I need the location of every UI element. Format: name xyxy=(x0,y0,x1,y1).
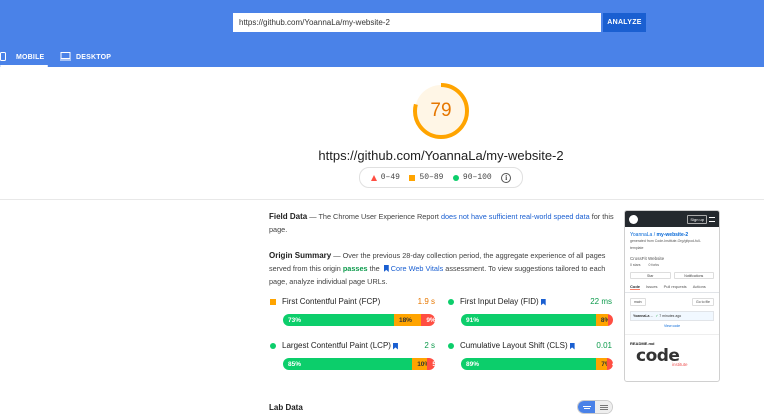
header: ANALYZE MOBILE DESKTOP xyxy=(0,0,764,67)
core-web-vital-bookmark-icon xyxy=(540,298,546,306)
distribution-bar: 89%7%4% xyxy=(461,358,613,370)
distribution-bar: 73% 18% 9% xyxy=(283,314,435,326)
legend-pass: 90–100 xyxy=(452,173,492,182)
origin-summary-title: Origin Summary xyxy=(269,251,332,260)
menu-icon xyxy=(709,216,715,222)
thumb-description: CrossFit Website xyxy=(630,256,665,261)
thumb-buttons: Star Notifications xyxy=(625,269,719,282)
core-web-vitals-link[interactable]: Core Web Vitals xyxy=(391,264,443,273)
field-data-text-1: — The Chrome User Experience Report xyxy=(307,212,441,221)
thumb-generated: generated from Code-Institute-Org/gitpod… xyxy=(630,239,701,250)
thumb-tab: Issues xyxy=(646,284,658,289)
detail-view-icon[interactable] xyxy=(595,401,612,413)
thumb-branch-row: main Go to file xyxy=(625,293,719,308)
score-legend: 0–49 50–89 90–100 i xyxy=(359,167,523,188)
metric-title: Cumulative Layout Shift (CLS) xyxy=(448,341,577,350)
triangle-icon xyxy=(370,174,377,181)
passes-label: passes xyxy=(342,264,368,273)
origin-text-2: the xyxy=(367,264,382,273)
thumb-forks: 0 forks xyxy=(648,263,660,267)
distribution-bar: 85%10%5% xyxy=(283,358,435,370)
thumb-commit: YoannaLa ... ✓ 7 minutes ago xyxy=(630,311,714,321)
metric-name: Largest Contentful Paint (LCP) xyxy=(282,341,391,350)
desktop-icon xyxy=(60,51,71,63)
metric-title: Largest Contentful Paint (LCP) xyxy=(270,341,400,350)
tab-mobile[interactable]: MOBILE xyxy=(0,47,48,67)
metric-value: 22 ms xyxy=(590,297,612,306)
metric-name: Cumulative Layout Shift (CLS) xyxy=(460,341,568,350)
legend-fail-label: 0–49 xyxy=(380,173,400,182)
active-tab-indicator xyxy=(0,65,48,67)
distribution-segment: 85% xyxy=(283,358,413,370)
thumb-repo: YoannaLa / my-website-2 xyxy=(630,232,689,238)
analyze-button[interactable]: ANALYZE xyxy=(603,13,646,32)
insufficient-data-link[interactable]: does not have sufficient real-world spee… xyxy=(441,212,590,221)
tab-label: DESKTOP xyxy=(76,53,112,61)
thumb-tab: Pull requests xyxy=(663,284,687,289)
thumb-view-code: View code xyxy=(663,324,681,328)
bookmark-icon xyxy=(383,265,389,272)
thumb-commit-msg: ... xyxy=(650,314,654,318)
field-data-title: Field Data xyxy=(269,212,308,221)
tab-label: MOBILE xyxy=(16,53,45,61)
performance-score-gauge: 79 xyxy=(411,81,471,141)
thumb-goto: Go to file xyxy=(691,298,714,306)
thumb-tabs: Code Issues Pull requests Actions xyxy=(625,282,719,293)
distribution-segment: 7% xyxy=(596,358,611,370)
thumb-stars: 0 stars xyxy=(630,263,641,267)
distribution-segment: 8% xyxy=(595,314,610,326)
phone-icon xyxy=(0,51,6,63)
info-icon[interactable]: i xyxy=(501,172,512,183)
field-data-section: Field Data — The Chrome User Experience … xyxy=(269,210,614,236)
thumb-star-button: Star xyxy=(630,272,671,279)
metric-name: First Input Delay (FID) xyxy=(460,297,539,306)
thumb-branch: main xyxy=(630,298,646,306)
distribution-segment: 1% xyxy=(608,314,613,326)
github-icon xyxy=(629,214,638,224)
distribution-segment: 5% xyxy=(427,358,435,370)
list-view-icon[interactable] xyxy=(578,401,595,413)
thumb-topbar: Sign up xyxy=(625,211,719,227)
distribution-segment: 73% xyxy=(283,314,394,326)
metric-title: First Contentful Paint (FCP) xyxy=(270,297,380,306)
thumb-notifications-button: Notifications xyxy=(673,272,714,279)
thumb-signup: Sign up xyxy=(687,214,707,224)
metric-value: 1.9 s xyxy=(417,297,435,306)
circle-icon xyxy=(270,342,276,349)
thumb-commit-time: 7 minutes ago xyxy=(659,314,682,318)
distribution-segment: 4% xyxy=(606,358,613,370)
thumb-stats: 0 stars 0 forks xyxy=(625,262,719,269)
metric-value: 0.01 xyxy=(596,341,612,350)
legend-fail: 0–49 xyxy=(370,173,400,182)
legend-average: 50–89 xyxy=(409,173,443,182)
divider xyxy=(0,199,764,200)
legend-average-label: 50–89 xyxy=(419,173,444,182)
metric-title: First Input Delay (FID) xyxy=(448,297,548,306)
thumb-commit-user: YoannaLa xyxy=(633,314,650,318)
legend-pass-label: 90–100 xyxy=(462,173,492,182)
score-value: 79 xyxy=(430,100,452,121)
url-input[interactable] xyxy=(233,13,601,32)
thumb-tab: Actions xyxy=(692,284,706,289)
distribution-bar: 91%8%1% xyxy=(461,314,613,326)
distribution-segment: 9% xyxy=(421,314,435,326)
thumb-tab: Code xyxy=(630,284,640,290)
distribution-segment: 89% xyxy=(461,358,597,370)
lab-data-title: Lab Data xyxy=(269,403,303,412)
circle-icon xyxy=(452,174,459,181)
distribution-segment: 91% xyxy=(461,314,596,326)
metric-name: First Contentful Paint (FCP) xyxy=(282,297,381,306)
distribution-segment: 18% xyxy=(393,314,422,326)
analyzed-url: https://github.com/YoannaLa/my-website-2 xyxy=(318,148,564,163)
square-icon xyxy=(270,298,276,305)
origin-summary-section: Origin Summary — Over the previous 28-da… xyxy=(269,249,614,288)
circle-icon xyxy=(448,298,454,305)
page-screenshot-thumbnail: Sign up YoannaLa / my-website-2 generate… xyxy=(624,210,720,382)
metric-value: 2 s xyxy=(424,341,435,350)
tab-desktop[interactable]: DESKTOP xyxy=(60,47,111,67)
distribution-segment: 10% xyxy=(412,358,430,370)
circle-icon xyxy=(448,342,454,349)
square-icon xyxy=(409,174,416,181)
